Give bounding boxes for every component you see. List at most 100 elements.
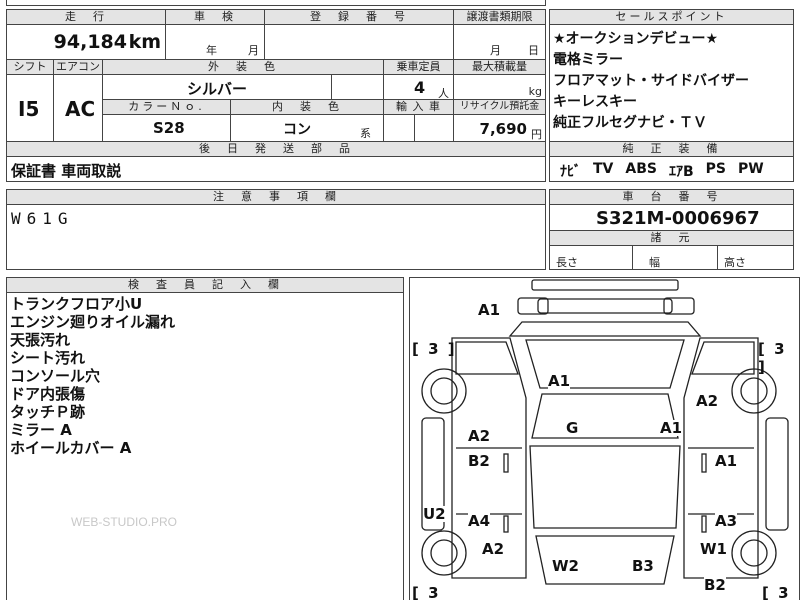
- mileage-value: 94,184: [53, 31, 127, 53]
- import-header: 輸 入 車: [383, 99, 454, 115]
- sales-point-1: ★オークションデビュー★: [553, 31, 719, 47]
- chassis-header: 車 台 番 号: [549, 189, 794, 205]
- code-roof-front: A1: [548, 372, 571, 390]
- exterior-color-cell: シルバー: [102, 74, 332, 100]
- notes-value: W61G: [11, 209, 74, 228]
- max-load-header: 最大積載量: [453, 59, 546, 75]
- code-left-front-door-lower: B2: [468, 452, 490, 470]
- notes-header: 注 意 事 項 欄: [6, 189, 546, 205]
- equipment-tv: TV: [593, 161, 614, 177]
- code-right-rear-fender: W1: [700, 540, 727, 558]
- mileage-cell: 94,184 km: [6, 24, 166, 60]
- mileage-header: 走 行: [6, 9, 166, 25]
- notes-cell: W61G: [6, 204, 546, 270]
- equipment-ps: PS: [705, 161, 726, 177]
- inspector-note-8: ミラー A: [10, 421, 72, 439]
- code-trunk: B3: [632, 557, 654, 575]
- aircon-value: AC: [65, 97, 96, 121]
- equipment-cell: ﾅﾋﾞ TV ABS ｴｱB PS PW: [549, 156, 794, 182]
- inspector-note-9: ホイールカバー A: [10, 439, 132, 457]
- code-left-rear-door: A4: [468, 512, 491, 530]
- equipment-header: 純 正 装 備: [549, 141, 794, 157]
- inspector-note-5: コンソール穴: [10, 367, 101, 385]
- recycle-value: 7,690: [479, 120, 527, 138]
- later-parts-header: 後 日 発 送 部 品: [6, 141, 546, 157]
- code-left-rear-fender: A2: [482, 540, 505, 558]
- transfer-deadline-cell: 月 日: [453, 24, 546, 60]
- equipment-abs: ABS: [625, 161, 657, 177]
- chassis-cell: S321M-0006967: [549, 204, 794, 231]
- sales-points-header: セールスポイント: [549, 9, 794, 25]
- transfer-day-label: 日: [528, 44, 539, 57]
- chassis-value: S321M-0006967: [596, 208, 760, 229]
- aircon-header: エアコン: [53, 59, 103, 75]
- inspector-note-1: トランクフロア小U: [10, 295, 143, 313]
- inspection-cell: 年 月: [165, 24, 265, 60]
- sales-point-5: 純正フルセグナビ・ＴＶ: [553, 115, 707, 131]
- diagram-bracket-tr: [ 3 ]: [758, 340, 787, 376]
- interior-color-value: コン: [283, 122, 311, 138]
- shift-cell: I5: [6, 74, 54, 142]
- import-cell-left: [383, 114, 415, 142]
- recycle-header: リサイクル預託金: [453, 99, 546, 115]
- inspector-note-7: タッチＰ跡: [10, 403, 86, 421]
- equipment-nav: ﾅﾋﾞ: [560, 164, 581, 180]
- diagram-bracket-br: [ 3: [762, 584, 791, 600]
- inspector-note-3: 天張汚れ: [10, 331, 71, 349]
- aircon-cell: AC: [53, 74, 103, 142]
- exterior-color-header: 外 装 色: [102, 59, 384, 75]
- later-parts-cell: 保証書 車両取説: [6, 156, 546, 182]
- recycle-cell: 7,690 円: [453, 114, 546, 142]
- interior-color-header: 内 装 色: [230, 99, 384, 115]
- inspection-header: 車 検: [165, 9, 265, 25]
- sales-point-2: 電格ミラー: [553, 52, 623, 68]
- color-no-value: S28: [153, 119, 185, 137]
- shift-header: シフト: [6, 59, 54, 75]
- max-load-unit: kg: [528, 85, 542, 98]
- inspector-cell: トランクフロア小U エンジン廻りオイル漏れ 天張汚れ シート汚れ コンソール穴 …: [6, 292, 404, 600]
- mileage-unit: km: [128, 31, 161, 53]
- import-cell-right: [414, 114, 454, 142]
- code-hood-front: A1: [478, 301, 501, 319]
- capacity-header: 乗車定員: [383, 59, 454, 75]
- dim-height-label: 高さ: [724, 256, 746, 269]
- capacity-value: 4: [414, 78, 426, 97]
- dimensions-header: 諸 元: [549, 230, 794, 246]
- diagram-bracket-bl: [ 3: [412, 584, 441, 600]
- color-no-header: カラーＮｏ.: [102, 99, 231, 115]
- capacity-cell: 4 人: [383, 74, 454, 100]
- interior-color-suffix: 系: [360, 127, 371, 140]
- code-right-front-door: A1: [715, 452, 738, 470]
- sales-point-3: フロアマット・サイドバイザー: [553, 73, 749, 89]
- shift-value: I5: [18, 97, 40, 121]
- top-strip: [6, 0, 546, 6]
- interior-color-cell: コン 系: [230, 114, 384, 142]
- code-roof: G: [566, 419, 579, 437]
- code-left-side-skirt: U2: [423, 505, 446, 523]
- later-parts-value: 保証書 車両取説: [11, 162, 122, 180]
- dim-height-cell: 高さ: [717, 245, 794, 270]
- color-no-cell: S28: [102, 114, 231, 142]
- dim-width-cell: 幅: [632, 245, 718, 270]
- inspection-year-label: 年: [206, 44, 217, 57]
- inspector-header: 検 査 員 記 入 欄: [6, 277, 404, 293]
- watermark: WEB-STUDIO.PRO: [71, 515, 178, 529]
- code-rear-bumper: B2: [704, 576, 726, 594]
- exterior-color-extra: [331, 74, 384, 100]
- registration-cell: [264, 24, 454, 60]
- inspector-note-6: ドア内張傷: [10, 385, 86, 403]
- code-right-rear-door: A3: [715, 512, 738, 530]
- recycle-unit: 円: [531, 128, 542, 141]
- transfer-month-label: 月: [490, 44, 501, 57]
- registration-header: 登 録 番 号: [264, 9, 454, 25]
- transfer-deadline-header: 譲渡書類期限: [453, 9, 546, 25]
- sales-points-cell: ★オークションデビュー★ 電格ミラー フロアマット・サイドバイザー キーレスキー…: [549, 24, 794, 142]
- code-left-front-door: A2: [468, 427, 491, 445]
- equipment-pw: PW: [738, 161, 764, 177]
- code-rear-window: W2: [552, 557, 579, 575]
- code-right-front-door-edge: A1: [660, 419, 683, 437]
- equipment-airbag: ｴｱB: [668, 164, 694, 180]
- inspector-note-2: エンジン廻りオイル漏れ: [10, 313, 176, 331]
- inspector-note-4: シート汚れ: [10, 349, 86, 367]
- sales-point-4: キーレスキー: [553, 94, 637, 110]
